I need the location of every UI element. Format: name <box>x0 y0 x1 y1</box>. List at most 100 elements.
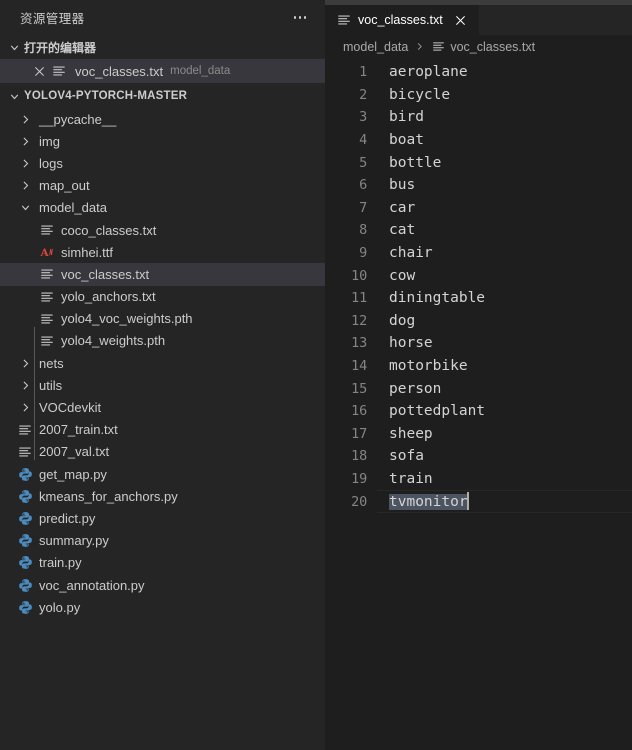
tree-file-predict-py[interactable]: predict.py <box>0 507 325 529</box>
code-line[interactable]: 16 pottedplant <box>325 400 632 423</box>
code-line[interactable]: 7 car <box>325 197 632 220</box>
code-line[interactable]: 20 tvmonitor <box>325 490 632 513</box>
tree-file-get-map-py[interactable]: get_map.py <box>0 463 325 485</box>
code-line[interactable]: 19 train <box>325 468 632 491</box>
line-number: 14 <box>351 358 367 375</box>
breadcrumb: model_data voc_classes.txt <box>325 35 632 58</box>
tree-folder-model-data[interactable]: model_data <box>0 197 325 219</box>
code-line[interactable]: 15 person <box>325 377 632 400</box>
tree-item-label: voc_annotation.py <box>39 577 145 593</box>
tree-file-kmeans-for-anchors-py[interactable]: kmeans_for_anchors.py <box>0 485 325 507</box>
tree-file-simhei-ttf[interactable]: Asimhei.ttf <box>0 241 325 263</box>
tree-item-label: kmeans_for_anchors.py <box>39 488 178 504</box>
line-number: 8 <box>359 222 367 239</box>
tree-folder-map-out[interactable]: map_out <box>0 175 325 197</box>
tree-item-label: yolo4_voc_weights.pth <box>61 311 193 327</box>
open-editors-label: 打开的编辑器 <box>24 40 97 55</box>
line-number: 7 <box>359 199 367 216</box>
tree-folder-vocdevkit[interactable]: VOCdevkit <box>0 396 325 418</box>
code-line[interactable]: 13 horse <box>325 332 632 355</box>
tree-item-label: coco_classes.txt <box>61 222 157 238</box>
code-line[interactable]: 4 boat <box>325 129 632 152</box>
tree-file-yolo4-weights-pth[interactable]: yolo4_weights.pth <box>0 330 325 352</box>
code-line[interactable]: 14 motorbike <box>325 355 632 378</box>
breadcrumb-folder-label: model_data <box>343 39 409 54</box>
code-line-text: horse <box>389 335 433 352</box>
code-line[interactable]: 6 bus <box>325 174 632 197</box>
code-line[interactable]: 8 cat <box>325 219 632 242</box>
tree-file-2007-train-txt[interactable]: 2007_train.txt <box>0 419 325 441</box>
code-line[interactable]: 12 dog <box>325 310 632 333</box>
open-editor-item[interactable]: voc_classes.txt model_data <box>0 59 325 83</box>
tree-item-label: __pycache__ <box>39 111 117 127</box>
code-content[interactable]: 1 aeroplane 2 bicycle 3 bird 4 boat 5 bottle 6 bus 7… <box>325 58 632 750</box>
tree-file-coco-classes-txt[interactable]: coco_classes.txt <box>0 219 325 241</box>
code-line[interactable]: 1 aeroplane <box>325 61 632 84</box>
tree-folder-nets[interactable]: nets <box>0 352 325 374</box>
tree-folder-utils[interactable]: utils <box>0 374 325 396</box>
code-line[interactable]: 9 chair <box>325 242 632 265</box>
line-number: 18 <box>351 448 367 465</box>
code-line[interactable]: 5 bottle <box>325 151 632 174</box>
tree-folder-logs[interactable]: logs <box>0 152 325 174</box>
line-number: 4 <box>359 132 367 149</box>
tree-file-yolo4-voc-weights-pth[interactable]: yolo4_voc_weights.pth <box>0 308 325 330</box>
breadcrumb-item-file[interactable]: voc_classes.txt <box>431 38 535 56</box>
tree-folder-img[interactable]: img <box>0 130 325 152</box>
tree-file-yolo-anchors-txt[interactable]: yolo_anchors.txt <box>0 286 325 308</box>
breadcrumb-file-label: voc_classes.txt <box>450 39 536 54</box>
tree-item-label: yolo_anchors.txt <box>61 289 156 305</box>
tree-item-label: model_data <box>39 200 107 216</box>
code-line-text: aeroplane <box>389 64 468 81</box>
tree-file-summary-py[interactable]: summary.py <box>0 530 325 552</box>
text-file-icon <box>431 38 445 56</box>
tree-file-train-py[interactable]: train.py <box>0 552 325 574</box>
text-file-icon <box>16 443 34 461</box>
code-line-text: cat <box>389 222 416 239</box>
code-line[interactable]: 10 cow <box>325 264 632 287</box>
breadcrumb-item-folder[interactable]: model_data <box>343 40 408 54</box>
line-number: 11 <box>351 290 367 307</box>
code-line[interactable]: 3 bird <box>325 106 632 129</box>
code-line-text: bottle <box>389 154 442 171</box>
more-actions-icon[interactable] <box>289 8 311 28</box>
python-file-icon <box>16 509 34 527</box>
tree-file-2007-val-txt[interactable]: 2007_val.txt <box>0 441 325 463</box>
tree-file-yolo-py[interactable]: yolo.py <box>0 596 325 618</box>
code-line-text: sheep <box>389 425 433 442</box>
line-number: 20 <box>351 493 367 510</box>
explorer-sidebar: 资源管理器 打开的编辑器 voc_classes.txt model_data <box>0 0 325 750</box>
python-file-icon <box>16 487 34 505</box>
tree-folder--pycache-[interactable]: __pycache__ <box>0 108 325 130</box>
code-line[interactable]: 11 diningtable <box>325 287 632 310</box>
code-line-text: boat <box>389 132 424 149</box>
code-line[interactable]: 18 sofa <box>325 445 632 468</box>
close-icon[interactable] <box>453 12 469 28</box>
chevron-right-icon <box>16 177 34 195</box>
tree-file-voc-annotation-py[interactable]: voc_annotation.py <box>0 574 325 596</box>
tree-item-label: voc_classes.txt <box>61 266 150 282</box>
close-icon[interactable] <box>30 63 48 79</box>
text-file-icon <box>38 265 56 283</box>
python-file-icon <box>16 554 34 572</box>
tab-voc-classes[interactable]: voc_classes.txt <box>325 5 479 35</box>
line-number: 10 <box>351 267 367 284</box>
open-editors-section-header[interactable]: 打开的编辑器 <box>0 35 325 59</box>
workspace-root-header[interactable]: YOLOV4-PYTORCH-MASTER <box>0 84 325 108</box>
code-line-text: motorbike <box>389 358 468 375</box>
code-line[interactable]: 17 sheep <box>325 423 632 446</box>
chevron-right-icon <box>16 132 34 150</box>
line-number: 2 <box>359 86 367 103</box>
tree-file-voc-classes-txt[interactable]: voc_classes.txt <box>0 263 325 286</box>
code-line[interactable]: 2 bicycle <box>325 84 632 107</box>
